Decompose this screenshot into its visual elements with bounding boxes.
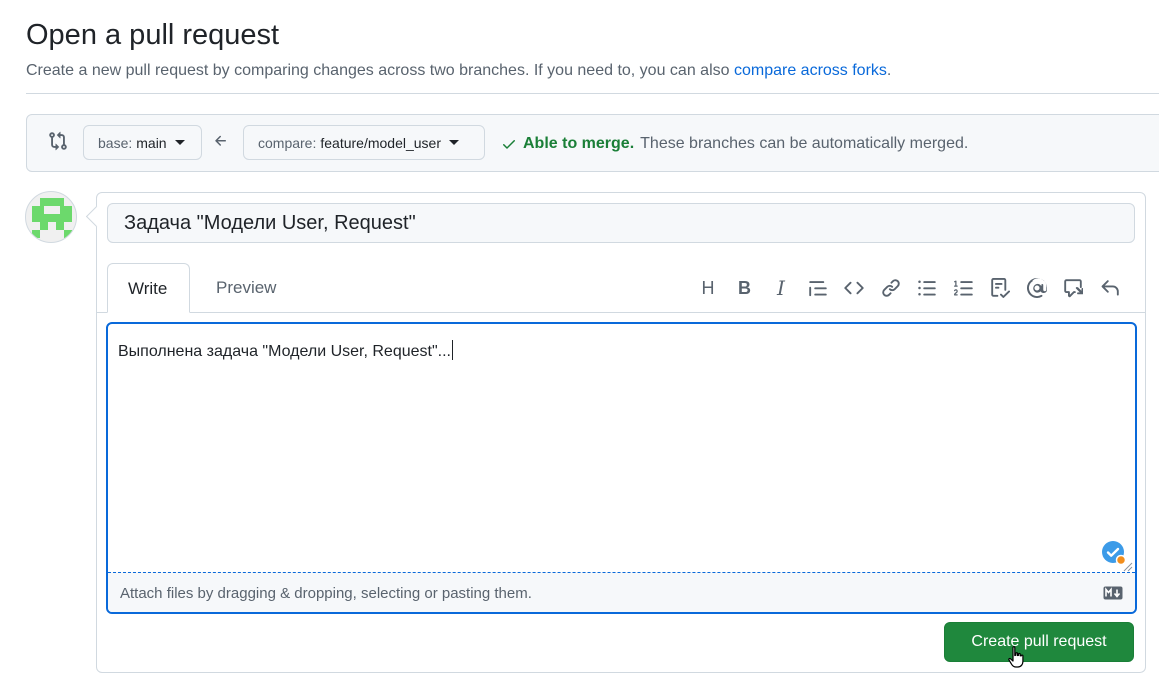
arrow-left-icon <box>215 135 226 146</box>
code-icon[interactable] <box>843 277 865 299</box>
resize-handle-icon[interactable] <box>1123 562 1133 572</box>
task-list-icon[interactable] <box>989 277 1011 299</box>
avatar[interactable] <box>25 191 77 243</box>
compare-label: compare: <box>258 134 317 151</box>
base-branch-select[interactable]: base: main <box>83 125 202 160</box>
chevron-down-icon <box>174 140 185 145</box>
heading-icon[interactable]: H <box>697 277 719 299</box>
subtitle-end: . <box>886 62 892 79</box>
tab-preview[interactable]: Preview <box>196 263 296 313</box>
body-textarea[interactable]: Выполнена задача "Модели User, Request".… <box>106 322 1137 614</box>
attach-files-bar[interactable]: Attach files by dragging & dropping, sel… <box>108 572 1135 612</box>
italic-icon[interactable]: I <box>770 276 792 300</box>
base-branch-value: main <box>136 134 167 151</box>
title-input[interactable]: Задача "Модели User, Request" <box>107 203 1135 243</box>
body-text: Выполнена задача "Модели User, Request".… <box>118 340 453 362</box>
compare-branch-select[interactable]: compare: feature/model_user <box>243 125 485 160</box>
header-divider <box>26 93 1159 94</box>
identicon-icon <box>32 198 72 238</box>
grammarly-icon[interactable] <box>1101 540 1125 564</box>
undo-icon[interactable] <box>1099 277 1121 299</box>
quote-icon[interactable] <box>807 277 829 299</box>
ordered-list-icon[interactable] <box>953 277 975 299</box>
subtitle-text: Create a new pull request by comparing c… <box>26 62 730 79</box>
bold-icon[interactable]: B <box>734 277 756 299</box>
markdown-toolbar: H B I <box>697 276 1135 300</box>
text-cursor <box>451 340 453 360</box>
merge-ok-label: Able to merge. <box>523 135 635 152</box>
compare-branch-value: feature/model_user <box>320 134 441 151</box>
merge-message: These branches can be automatically merg… <box>640 135 969 152</box>
attach-hint: Attach files by dragging & dropping, sel… <box>120 585 532 602</box>
base-label: base: <box>98 134 133 151</box>
git-compare-icon <box>49 131 67 151</box>
create-pull-request-button[interactable]: Create pull request <box>944 622 1134 662</box>
cross-reference-icon[interactable] <box>1062 277 1084 299</box>
pull-request-form: Задача "Модели User, Request" Write Prev… <box>96 192 1146 673</box>
markdown-icon[interactable] <box>1103 586 1123 600</box>
hand-pointer-icon <box>1008 646 1024 668</box>
chevron-down-icon <box>449 140 459 145</box>
tab-write[interactable]: Write <box>107 263 190 313</box>
unordered-list-icon[interactable] <box>916 277 938 299</box>
check-icon <box>503 140 515 149</box>
page-subtitle: Create a new pull request by comparing c… <box>26 61 891 81</box>
page-title: Open a pull request <box>26 19 280 51</box>
compare-across-forks-link[interactable]: compare across forks <box>734 62 887 79</box>
link-icon[interactable] <box>880 277 902 299</box>
mention-icon[interactable] <box>1026 277 1048 299</box>
compare-bar: base: main compare: feature/model_user A… <box>26 114 1159 172</box>
tabs-divider <box>97 312 1145 313</box>
merge-status: Able to merge. These branches can be aut… <box>501 135 968 153</box>
